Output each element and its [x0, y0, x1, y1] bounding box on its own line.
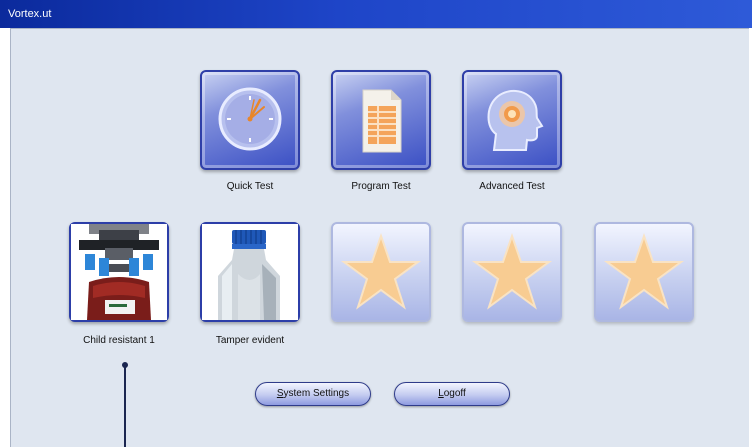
child-resistant-cap-image — [71, 224, 167, 320]
client-area: Quick Test Program Test Advanced Test Ch… — [10, 28, 749, 447]
bottle-cap-image — [202, 224, 298, 320]
window-title: Vortex.ut — [8, 8, 52, 20]
child-resistant-1-button[interactable] — [69, 222, 169, 322]
program-test-button[interactable] — [331, 70, 431, 170]
app-window: Vortex.ut Quick Test Program Test Advanc… — [0, 0, 752, 447]
tamper-evident-label: Tamper evident — [215, 335, 285, 346]
logoff-button[interactable]: Logoff — [394, 382, 510, 406]
quick-test-label: Quick Test — [226, 181, 274, 192]
document-icon — [362, 89, 402, 153]
system-settings-button[interactable]: System Settings — [255, 382, 371, 406]
star-icon — [340, 232, 422, 310]
empty-slot-button-1[interactable] — [331, 222, 431, 322]
advanced-test-label: Advanced Test — [479, 181, 545, 192]
logoff-label: ogoff — [443, 388, 466, 399]
empty-slot-button-2[interactable] — [462, 222, 562, 322]
empty-slot-button-3[interactable] — [594, 222, 694, 322]
advanced-test-button[interactable] — [462, 70, 562, 170]
system-settings-label: ystem Settings — [283, 388, 350, 399]
callout-line — [124, 365, 126, 447]
program-test-label: Program Test — [351, 181, 411, 192]
tamper-evident-button[interactable] — [200, 222, 300, 322]
title-bar[interactable]: Vortex.ut — [0, 0, 752, 28]
star-icon — [603, 232, 685, 310]
child-resistant-1-label: Child resistant 1 — [83, 335, 155, 346]
head-icon — [487, 90, 544, 151]
star-icon — [471, 232, 553, 310]
system-settings-accelerator: S — [276, 388, 284, 399]
quick-test-button[interactable] — [200, 70, 300, 170]
clock-icon — [218, 87, 282, 151]
